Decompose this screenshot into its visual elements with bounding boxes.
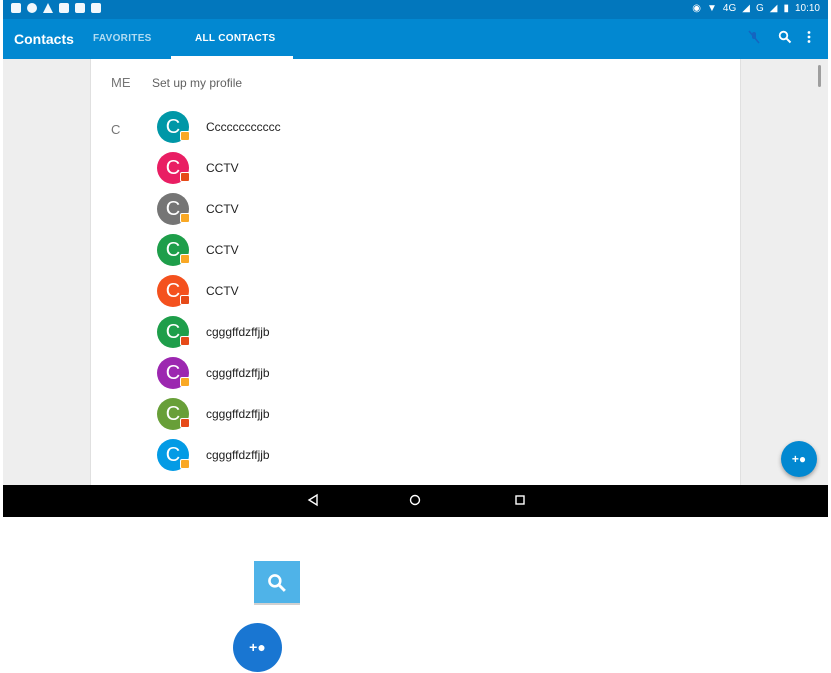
contact-name: CCTV — [206, 161, 239, 175]
notification-icon — [27, 3, 37, 13]
app-title: Contacts — [14, 31, 74, 47]
status-bar: ◉ ▼ 4G ◢ G ◢ ▮ 10:10 — [3, 0, 828, 19]
headset-icon: ◉ — [692, 3, 702, 14]
account-badge-icon — [180, 459, 190, 469]
wifi-icon: ▼ — [707, 3, 717, 14]
warning-icon — [43, 3, 53, 13]
contact-row[interactable]: Ccgggffdzffjjb — [157, 357, 717, 393]
left-gutter — [3, 59, 90, 485]
battery-icon: ▮ — [783, 3, 789, 14]
notification-icon — [91, 3, 101, 13]
contact-row[interactable]: C CCTV — [157, 275, 717, 311]
contact-row[interactable]: Ccgggffdzffjjb — [157, 439, 717, 475]
contact-row[interactable]: Ccgggffdzffjjb — [157, 398, 717, 434]
back-icon[interactable] — [305, 493, 321, 509]
home-icon[interactable] — [407, 493, 423, 509]
signal-icon: ◢ — [769, 3, 778, 14]
setup-profile-link[interactable]: Set up my profile — [152, 76, 242, 90]
account-badge-icon — [180, 213, 190, 223]
contact-row[interactable]: C CCTV — [157, 152, 717, 188]
recents-icon[interactable] — [512, 493, 528, 509]
contact-row[interactable]: Ccgggffdzffjjb — [157, 316, 717, 352]
contact-list: ME Set up my profile C C Cccccccccccc C CCT… — [90, 59, 741, 485]
search-icon — [254, 561, 300, 603]
account-badge-icon — [180, 172, 190, 182]
navigation-bar — [3, 485, 828, 517]
right-gutter — [740, 59, 828, 485]
account-badge-icon — [180, 131, 190, 141]
notification-icon — [59, 3, 69, 13]
contact-name: CCTV — [206, 202, 239, 216]
add-contact-icon: +● — [233, 623, 282, 672]
contact-name: CCTV — [206, 243, 239, 257]
signal-icon: ◢ — [742, 3, 750, 14]
account-badge-icon — [180, 336, 190, 346]
contact-name: cgggffdzffjjb — [206, 448, 270, 462]
tab-all-contacts[interactable]: ALL CONTACTS — [195, 33, 275, 44]
network-type-label-2: G — [755, 3, 764, 14]
add-contact-button[interactable]: +● — [781, 441, 817, 477]
clock: 10:10 — [794, 3, 820, 14]
contact-name: Cccccccccccc — [206, 120, 281, 134]
me-section-label: ME — [111, 75, 131, 90]
contact-row[interactable]: C Cccccccccccc — [157, 111, 717, 147]
account-badge-icon — [180, 254, 190, 264]
account-badge-icon — [180, 377, 190, 387]
contact-row[interactable]: C CCTV — [157, 234, 717, 270]
contact-row[interactable]: C CCTV — [157, 193, 717, 229]
section-letter: C — [111, 122, 121, 137]
contact-name: CCTV — [206, 284, 239, 298]
account-badge-icon — [180, 295, 190, 305]
more-vert-icon[interactable] — [800, 30, 818, 48]
notification-icons — [11, 3, 101, 13]
scrollbar[interactable] — [818, 65, 821, 87]
microphone-off-icon[interactable] — [745, 30, 763, 48]
device-screen: ◉ ▼ 4G ◢ G ◢ ▮ 10:10 Contacts FAVORITES … — [3, 0, 828, 517]
contact-name: cgggffdzffjjb — [206, 325, 270, 339]
divider — [254, 603, 300, 605]
network-type-label: 4G — [722, 3, 737, 14]
notification-icon — [11, 3, 21, 13]
tab-favorites[interactable]: FAVORITES — [93, 33, 152, 44]
message-icon — [75, 3, 85, 13]
system-icons: ◉ ▼ 4G ◢ G ◢ ▮ 10:10 — [692, 3, 820, 14]
add-contact-icon: +● — [791, 452, 807, 466]
account-badge-icon — [180, 418, 190, 428]
app-bar: Contacts FAVORITES ALL CONTACTS — [3, 19, 828, 59]
contact-name: cgggffdzffjjb — [206, 366, 270, 380]
contact-name: cgggffdzffjjb — [206, 407, 270, 421]
search-icon[interactable] — [776, 30, 794, 48]
